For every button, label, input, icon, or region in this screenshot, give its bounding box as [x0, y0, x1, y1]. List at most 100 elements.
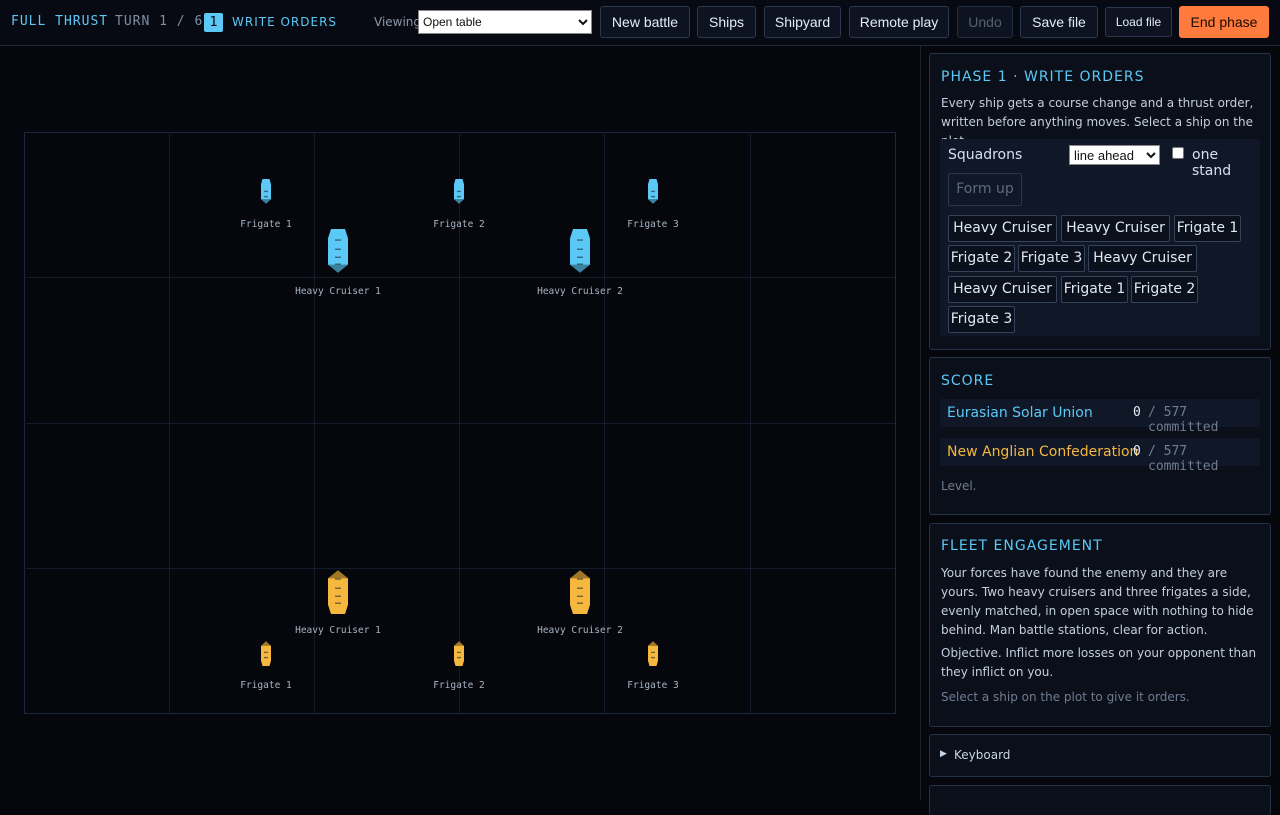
undo-button[interactable]: Undo: [957, 6, 1013, 38]
ship-detail-mark: [577, 578, 583, 580]
squadron-ship-chip[interactable]: Frigate 3: [948, 306, 1015, 333]
ship-label: Heavy Cruiser 1: [295, 286, 381, 297]
ship-label: Frigate 1: [240, 219, 292, 230]
ship-bow-icon: [328, 570, 348, 579]
team-name: New Anglian Confederation: [947, 444, 1139, 460]
ship-detail-mark: [335, 239, 341, 241]
ship-label: Heavy Cruiser 2: [537, 625, 623, 636]
keyboard-label: Keyboard: [954, 748, 1011, 762]
squadron-ship-chip[interactable]: Heavy Cruiser 1: [948, 215, 1057, 261]
ship-bow-icon: [454, 199, 464, 204]
ship-bow-icon: [648, 199, 658, 204]
battle-plot[interactable]: Frigate 1 Frigate 2 Frigate 3 Heavy Cruiser…: [0, 46, 921, 800]
ship-marker[interactable]: Frigate 1: [240, 641, 292, 691]
one-stand-checkbox[interactable]: [1172, 147, 1184, 159]
ship-marker[interactable]: Heavy Cruiser 1: [295, 570, 381, 636]
formation-select[interactable]: line ahead: [1069, 145, 1160, 165]
app-title: FULL THRUST: [11, 14, 109, 29]
ship-bow-icon: [328, 264, 348, 273]
ship-bow-icon: [261, 199, 271, 204]
squadrons-label: Squadrons: [948, 147, 1023, 163]
ship-detail-mark: [651, 656, 655, 659]
shipyard-button[interactable]: Shipyard: [764, 6, 841, 38]
ship-detail-mark: [577, 587, 583, 589]
ship-detail-mark: [577, 263, 583, 265]
ship-marker[interactable]: Frigate 3: [627, 179, 679, 230]
ship-detail-mark: [335, 248, 341, 250]
ships-button[interactable]: Ships: [697, 6, 756, 38]
ship-detail-mark: [264, 190, 268, 193]
load-file-button[interactable]: Load file: [1105, 7, 1172, 37]
ship-detail-mark: [651, 190, 655, 193]
squadron-ship-chip[interactable]: Frigate 2: [1131, 276, 1198, 303]
top-bar: FULL THRUST TURN 1 / 6 1 WRITE ORDERS Vi…: [0, 0, 1280, 46]
squadron-ship-chip[interactable]: Frigate 1: [1061, 276, 1128, 303]
ship-marker[interactable]: Frigate 1: [240, 179, 292, 230]
phase-number-badge: 1: [204, 13, 223, 32]
squadron-ship-chip[interactable]: Frigate 3: [1018, 245, 1085, 272]
ship-detail-mark: [651, 651, 655, 654]
phase-card-title: PHASE 1 · WRITE ORDERS: [941, 69, 1145, 85]
next-card: [929, 785, 1271, 815]
remote-play-button[interactable]: Remote play: [849, 6, 949, 38]
side-panel: PHASE 1 · WRITE ORDERS Every ship gets a…: [921, 46, 1280, 815]
turn-counter: TURN 1 / 6: [115, 14, 204, 29]
ship-detail-mark: [335, 595, 341, 597]
end-phase-button[interactable]: End phase: [1179, 6, 1269, 38]
ship-bow-icon: [261, 641, 271, 646]
save-file-button[interactable]: Save file: [1020, 6, 1098, 38]
ship-marker[interactable]: Heavy Cruiser 2: [537, 229, 623, 297]
ship-label: Frigate 2: [433, 680, 484, 691]
ship-label: Frigate 3: [627, 219, 678, 230]
engagement-card-title: FLEET ENGAGEMENT: [941, 538, 1103, 554]
team-points: 0: [1133, 405, 1141, 420]
team-committed: / 577 committed: [1148, 444, 1219, 474]
ship-marker[interactable]: Frigate 3: [627, 641, 679, 691]
ship-detail-mark: [457, 656, 461, 659]
squadron-ship-chip[interactable]: Frigate 2: [948, 245, 1015, 272]
plot-canvas[interactable]: Frigate 1 Frigate 2 Frigate 3 Heavy Cruiser…: [0, 46, 920, 800]
squadron-ship-chip[interactable]: Heavy Cruiser 1: [1088, 245, 1197, 291]
squadron-ship-chip[interactable]: Heavy Cruiser 2: [948, 276, 1057, 322]
ship-detail-mark: [577, 239, 583, 241]
score-status: Level.: [941, 479, 977, 493]
ship-marker[interactable]: Heavy Cruiser 2: [537, 570, 623, 636]
ship-label: Heavy Cruiser 2: [537, 286, 623, 297]
team-committed: / 577 committed: [1148, 405, 1219, 435]
ship-detail-mark: [577, 256, 583, 258]
ship-label: Frigate 3: [627, 680, 678, 691]
ship-detail-mark: [335, 256, 341, 258]
ship-detail-mark: [264, 656, 268, 659]
ship-label: Heavy Cruiser 1: [295, 625, 381, 636]
squadron-ship-chip[interactable]: Frigate 1: [1174, 215, 1241, 242]
ship-marker[interactable]: Heavy Cruiser 1: [295, 229, 381, 297]
team-name: Eurasian Solar Union: [947, 405, 1093, 421]
score-card-title: SCORE: [941, 373, 995, 389]
ship-detail-mark: [264, 651, 268, 654]
ship-detail-mark: [457, 195, 461, 198]
engagement-card: FLEET ENGAGEMENT Your forces have found …: [929, 523, 1271, 727]
squadrons-panel: Squadrons line ahead one stand Form up H…: [940, 139, 1260, 336]
new-battle-button[interactable]: New battle: [600, 6, 690, 38]
ship-detail-mark: [457, 190, 461, 193]
ship-detail-mark: [335, 602, 341, 604]
disclosure-triangle-icon: ▶: [940, 749, 947, 759]
ship-detail-mark: [335, 587, 341, 589]
ship-detail-mark: [264, 195, 268, 198]
team-points: 0: [1133, 444, 1141, 459]
keyboard-section[interactable]: ▶ Keyboard: [929, 734, 1271, 777]
score-row-nac: New Anglian Confederation 0 / 577 commit…: [940, 438, 1260, 474]
ship-label: Frigate 2: [433, 219, 484, 230]
form-up-button[interactable]: Form up: [948, 173, 1022, 206]
ship-detail-mark: [577, 248, 583, 250]
viewing-label: Viewing: [374, 15, 422, 29]
ship-detail-mark: [651, 195, 655, 198]
ship-bow-icon: [570, 264, 590, 273]
engagement-intro: Your forces have found the enemy and the…: [941, 566, 1254, 637]
score-row-esu: Eurasian Solar Union 0 / 577 committed: [940, 399, 1260, 435]
ship-bow-icon: [570, 570, 590, 579]
viewing-select[interactable]: Open table: [418, 10, 592, 34]
ship-detail-mark: [335, 263, 341, 265]
squadron-ship-chip[interactable]: Heavy Cruiser 2: [1061, 215, 1170, 261]
ship-bow-icon: [454, 641, 464, 646]
